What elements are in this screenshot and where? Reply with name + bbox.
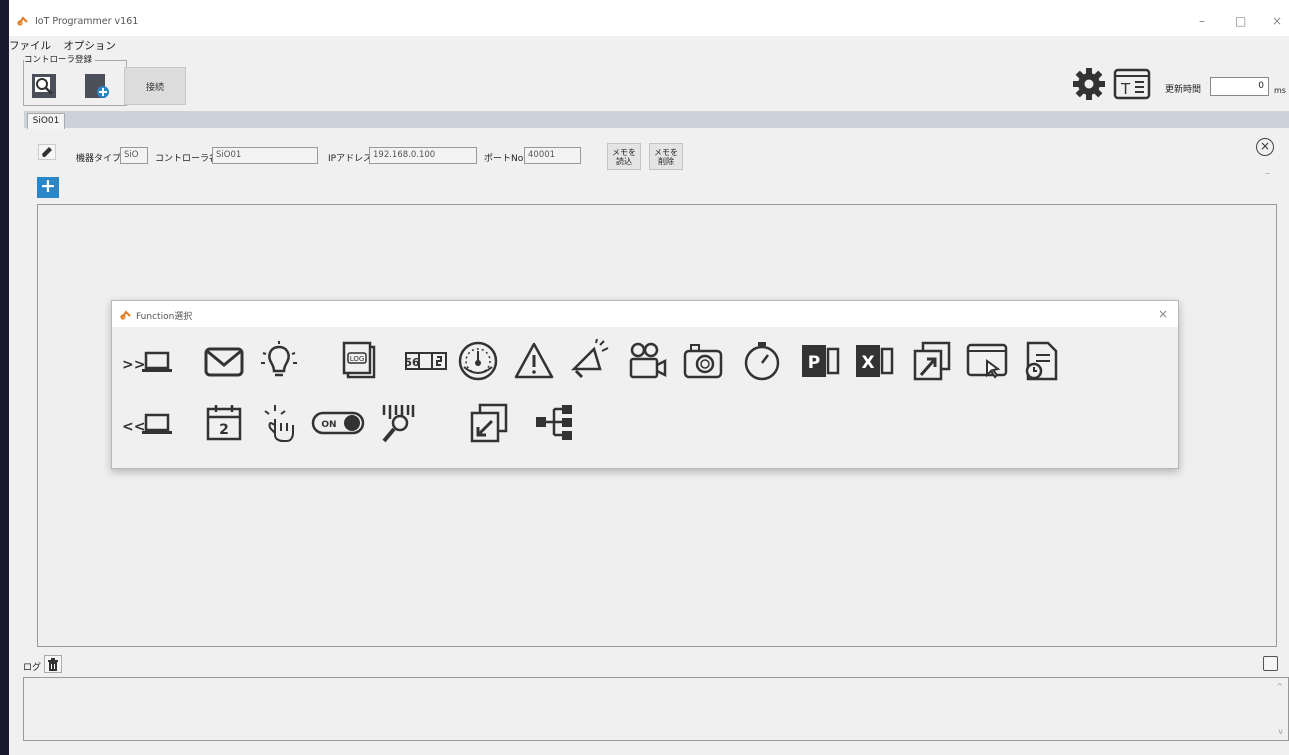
- connect-button[interactable]: 接続: [124, 67, 186, 105]
- collapse-icon[interactable]: –: [1265, 168, 1270, 179]
- output-prefix-text: <<: [122, 419, 145, 435]
- search-device-icon: [32, 74, 56, 98]
- device-type-field[interactable]: SiO: [120, 147, 148, 164]
- ip-address-label: IPアドレス: [328, 154, 373, 164]
- save-log-icon[interactable]: [1263, 656, 1278, 671]
- window-title: IoT Programmer v161: [35, 16, 139, 27]
- toggle-icon-text: ON: [321, 420, 336, 430]
- excel-icon[interactable]: X: [850, 339, 898, 383]
- dialog-close-button[interactable]: ×: [1158, 307, 1168, 321]
- close-button[interactable]: ×: [1272, 14, 1282, 28]
- trash-icon: [48, 657, 58, 671]
- camera-icon[interactable]: [679, 339, 727, 383]
- log-output[interactable]: ^ v: [23, 677, 1289, 741]
- counter-icon-text: 56: [404, 356, 420, 369]
- toggle-icon[interactable]: ON: [311, 401, 367, 445]
- memo-delete-button[interactable]: メモを 削除: [649, 143, 683, 170]
- port-number-field[interactable]: 40001: [524, 147, 581, 164]
- search-controller-button[interactable]: [31, 73, 57, 99]
- memo-delete-line2: 削除: [658, 157, 674, 166]
- log-icon[interactable]: LOG: [338, 339, 386, 383]
- tab-sio01[interactable]: SiO01: [27, 113, 65, 129]
- edit-controller-button[interactable]: [38, 144, 56, 160]
- barcode-scan-icon[interactable]: [374, 401, 422, 445]
- document-schedule-icon[interactable]: [1018, 339, 1066, 383]
- touch-icon[interactable]: [255, 401, 303, 445]
- port-number-label: ポートNo.: [484, 154, 526, 164]
- timer-icon[interactable]: [738, 339, 786, 383]
- svg-text:T: T: [1120, 80, 1131, 98]
- input-pc-icon[interactable]: >>: [120, 339, 180, 383]
- memo-read-line2: 読込: [616, 157, 632, 166]
- gear-icon: [1073, 68, 1105, 100]
- gauge-icon[interactable]: [454, 339, 502, 383]
- log-label: ログ: [23, 663, 42, 673]
- ppt-icon-text: P: [808, 353, 820, 373]
- output-pc-icon[interactable]: <<: [120, 401, 180, 445]
- function-select-dialog: Function選択 × >> LOG 56 P X << 2 ON: [111, 300, 1179, 469]
- calendar-icon-text: 2: [219, 422, 229, 438]
- text-panel-icon: T: [1113, 68, 1151, 100]
- branch-icon[interactable]: [530, 401, 578, 445]
- update-time-unit: ms: [1274, 86, 1286, 95]
- memo-read-line1: メモを: [612, 148, 636, 157]
- close-controller-icon[interactable]: ×: [1256, 138, 1274, 156]
- video-camera-icon[interactable]: [623, 339, 671, 383]
- add-controller-button[interactable]: [84, 73, 110, 99]
- dialog-title-bar: Function選択 ×: [112, 301, 1178, 327]
- title-bar: IoT Programmer v161 – □ ×: [9, 0, 1289, 36]
- add-function-button[interactable]: +: [37, 177, 59, 198]
- settings-button[interactable]: [1071, 66, 1107, 105]
- main-window: IoT Programmer v161 – □ × ファイル オプション コント…: [9, 0, 1289, 755]
- clear-log-button[interactable]: [44, 655, 62, 673]
- memo-read-button[interactable]: メモを 読込: [607, 143, 641, 170]
- device-type-label: 機器タイプ: [76, 154, 122, 164]
- scroll-down-icon[interactable]: v: [1278, 727, 1283, 736]
- window-open-icon[interactable]: [907, 339, 955, 383]
- controller-name-field[interactable]: SiO01: [212, 147, 318, 164]
- input-prefix-text: >>: [122, 357, 145, 373]
- mail-icon[interactable]: [200, 339, 248, 383]
- powerpoint-icon[interactable]: P: [796, 339, 844, 383]
- scroll-up-icon[interactable]: ^: [1276, 682, 1283, 691]
- minimize-button[interactable]: –: [1199, 14, 1205, 28]
- dialog-title: Function選択: [136, 312, 193, 322]
- add-device-icon: [85, 74, 109, 98]
- announcement-icon[interactable]: [564, 339, 612, 383]
- update-time-label: 更新時間: [1165, 85, 1202, 95]
- pencil-icon: [42, 147, 52, 157]
- counter-icon[interactable]: 56: [402, 339, 450, 383]
- controller-name-label: コントローラ名: [155, 154, 219, 164]
- ip-address-field[interactable]: 192.168.0.100: [369, 147, 477, 164]
- window-return-icon[interactable]: [464, 401, 512, 445]
- lightbulb-icon[interactable]: [255, 339, 303, 383]
- maximize-button[interactable]: □: [1235, 14, 1246, 28]
- xls-icon-text: X: [861, 353, 874, 373]
- screen-click-icon[interactable]: [963, 339, 1011, 383]
- dialog-app-icon: [120, 310, 131, 320]
- app-icon: [17, 16, 28, 26]
- menu-file[interactable]: ファイル: [9, 40, 51, 52]
- update-time-input[interactable]: 0: [1210, 77, 1269, 96]
- menu-options[interactable]: オプション: [63, 40, 116, 52]
- memo-delete-line1: メモを: [654, 148, 678, 157]
- log-icon-text: LOG: [350, 355, 365, 363]
- warning-icon[interactable]: [510, 339, 558, 383]
- calendar-icon[interactable]: 2: [200, 401, 248, 445]
- controller-register-label: コントローラ登録: [24, 53, 96, 65]
- text-view-button[interactable]: T: [1113, 66, 1151, 105]
- menu-bar: ファイル オプション: [9, 38, 125, 53]
- tab-strip: [24, 111, 1289, 128]
